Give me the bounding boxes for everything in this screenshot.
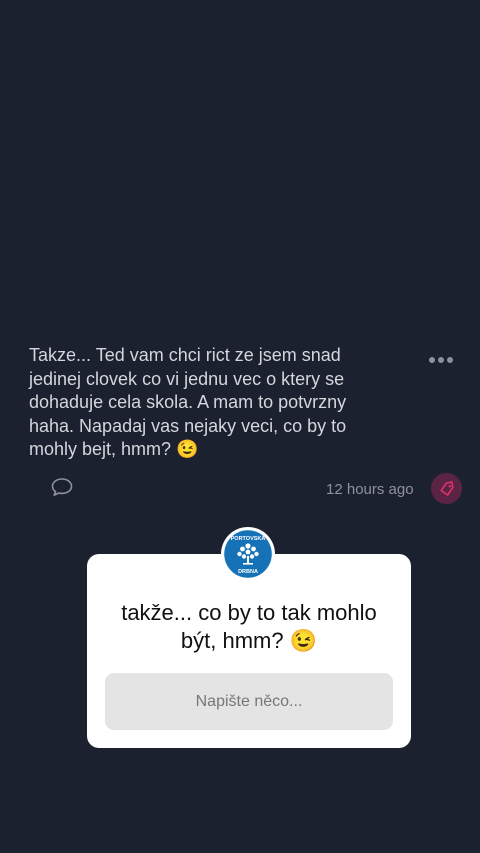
post-text: Takze... Ted vam chci rict ze jsem snad … — [29, 345, 347, 459]
more-horizontal-icon — [429, 357, 453, 363]
more-options-button[interactable] — [426, 350, 456, 370]
reply-input[interactable]: Napište něco... — [105, 673, 393, 730]
question-text: takže... co by to tak mohlo být, hmm? 😉 — [121, 600, 377, 653]
portovska-drbna-logo: PORTOVSKÁ DRBNA — [223, 529, 273, 579]
comment-button[interactable] — [50, 476, 74, 498]
speech-bubble-icon — [51, 478, 73, 496]
question-card: takže... co by to tak mohlo být, hmm? 😉 … — [87, 554, 411, 748]
avatar: PORTOVSKÁ DRBNA — [221, 527, 275, 581]
tag-button[interactable] — [431, 473, 462, 504]
svg-text:DRBNA: DRBNA — [238, 569, 258, 575]
tag-icon — [439, 480, 454, 496]
svg-text:PORTOVSKÁ: PORTOVSKÁ — [231, 535, 266, 542]
post-timestamp: 12 hours ago — [326, 481, 414, 498]
